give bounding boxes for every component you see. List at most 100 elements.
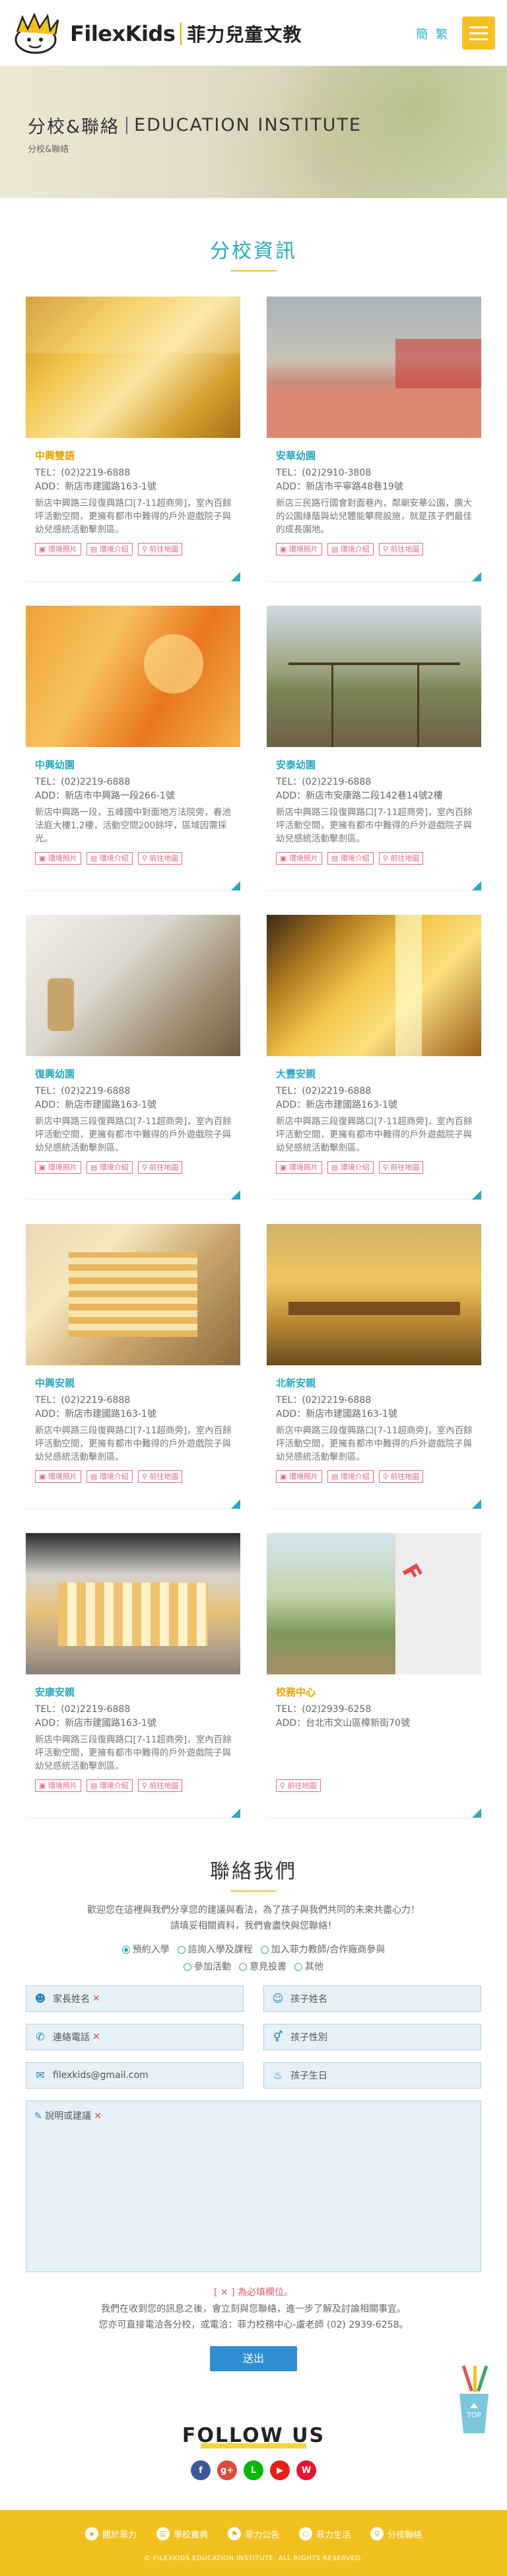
photos-button-label: 環境照片 [288, 854, 318, 863]
footer-link-label: 菲力生活 [316, 2530, 351, 2540]
footer-link[interactable]: ⚑ 菲力公告 [227, 2527, 279, 2540]
photos-button[interactable]: ▣ 環境照片 [276, 1161, 322, 1174]
photos-button[interactable]: ▣ 環境照片 [276, 543, 322, 555]
inquiry-radio[interactable]: 其他 [294, 1959, 323, 1975]
school-photo[interactable] [267, 915, 481, 1056]
child-gender-field[interactable]: ⚥ 孩子性別 [263, 2024, 481, 2050]
school-name[interactable]: 中興雙語 [35, 448, 232, 462]
inquiry-type-radios: 預約入學 諮詢入學及課程 加入菲力教師/合作廠商參與 參加活動 意見投書 其他 [0, 1942, 507, 1976]
school-name[interactable]: 安康安親 [35, 1685, 232, 1699]
back-to-top-button[interactable]: TOP [453, 2365, 495, 2437]
youtube-icon[interactable]: ▶ [270, 2460, 290, 2480]
submit-button[interactable]: 送出 [210, 2346, 297, 2371]
pencil-cup-icon: TOP [459, 2365, 489, 2433]
intro-button[interactable]: ▤ 環境介紹 [327, 543, 374, 555]
school-name[interactable]: 大豐安親 [276, 1067, 473, 1081]
school-name[interactable]: 復興幼園 [35, 1067, 232, 1081]
logo-chinese-name: 菲力兒童文教 [187, 24, 302, 46]
school-address: ADD：新店市建國路163-1號 [35, 1100, 156, 1110]
intro-button[interactable]: ▤ 環境介紹 [86, 852, 133, 865]
language-switch: 簡 繁 [416, 25, 448, 42]
site-logo[interactable]: FilexKids 菲力兒童文教 [9, 13, 302, 54]
school-card: 中興幼園 TEL：(02)2219-6888 ADD：新店市中興路一段266-1號新… [26, 606, 240, 891]
school-photo[interactable] [26, 606, 240, 747]
school-name[interactable]: 北新安親 [276, 1376, 473, 1390]
image-icon: ▣ [39, 1472, 46, 1481]
line-icon[interactable]: L [244, 2460, 263, 2480]
footer-link[interactable]: ☖ 菲力生活 [299, 2527, 351, 2540]
intro-button[interactable]: ▤ 環境介紹 [86, 543, 133, 555]
email-field[interactable]: ✉ filexkids@gmail.com [26, 2062, 244, 2089]
intro-button[interactable]: ▤ 環境介紹 [86, 1470, 133, 1483]
map-button[interactable]: ⚲ 前往地圖 [137, 852, 183, 865]
photos-button[interactable]: ▣ 環境照片 [35, 852, 81, 865]
school-photo[interactable] [267, 606, 481, 747]
footer-link-label: 學校寶典 [173, 2530, 208, 2540]
hamburger-menu-button[interactable] [462, 17, 495, 50]
intro-button[interactable]: ▤ 環境介紹 [86, 1779, 133, 1792]
google-plus-icon[interactable]: g+ [217, 2460, 237, 2480]
photos-button[interactable]: ▣ 環境照片 [276, 852, 322, 865]
facebook-icon[interactable]: f [191, 2460, 211, 2480]
footer-link[interactable]: ☰ 學校寶典 [156, 2527, 208, 2540]
page-title-en: EDUCATION INSTITUTE [134, 115, 362, 135]
message-textarea[interactable]: ✎ 說明或建議 ✕ [26, 2100, 481, 2272]
footer-link-icon: ☖ [299, 2527, 312, 2540]
school-name[interactable]: 安泰幼園 [276, 758, 473, 771]
school-photo[interactable] [26, 1533, 240, 1674]
inquiry-radio[interactable]: 諮詢入學及課程 [177, 1942, 253, 1958]
radio-circle-icon [239, 1963, 247, 1971]
inquiry-radio[interactable]: 參加活動 [184, 1959, 231, 1975]
intro-button[interactable]: ▤ 環境介紹 [327, 852, 374, 865]
map-button[interactable]: ⚲ 前往地圖 [378, 1470, 424, 1483]
intro-button-label: 環境介紹 [340, 854, 370, 863]
title-divider [126, 116, 128, 134]
intro-button[interactable]: ▤ 環境介紹 [327, 1470, 374, 1483]
intro-button[interactable]: ▤ 環境介紹 [327, 1161, 374, 1174]
school-photo[interactable] [26, 1224, 240, 1365]
inquiry-radio[interactable]: 意見投書 [239, 1959, 287, 1975]
photos-button[interactable]: ▣ 環境照片 [35, 1779, 81, 1792]
footer-link[interactable]: ★ 關於菲力 [84, 2527, 137, 2540]
map-button[interactable]: ⚲ 前往地圖 [137, 1779, 183, 1792]
school-photo[interactable] [267, 297, 481, 438]
footer-link[interactable]: ⚲ 分校聯絡 [370, 2527, 422, 2540]
school-photo[interactable] [26, 297, 240, 438]
breadcrumb[interactable]: 分校&聯絡 [28, 142, 69, 155]
map-button[interactable]: ⚲ 前往地圖 [378, 852, 424, 865]
photos-button[interactable]: ▣ 環境照片 [35, 1161, 81, 1174]
school-description: 新店中興路三段復興路口[7-11超商旁]，室內百餘坪活動空間，更擁有都市中難得的… [276, 807, 473, 844]
school-name[interactable]: 安華幼園 [276, 448, 473, 462]
map-button[interactable]: ⚲ 前往地圖 [137, 1470, 183, 1483]
weibo-icon[interactable]: W [296, 2460, 316, 2480]
school-name[interactable]: 中興幼園 [35, 758, 232, 771]
info-icon: ▤ [90, 1781, 98, 1790]
image-icon: ▣ [280, 1163, 287, 1172]
photos-button[interactable]: ▣ 環境照片 [276, 1470, 322, 1483]
map-button[interactable]: ⚲ 前往地圖 [378, 543, 424, 555]
map-button[interactable]: ⚲ 前往地圖 [378, 1161, 424, 1174]
child-icon: ☺ [272, 1992, 284, 2005]
intro-button[interactable]: ▤ 環境介紹 [86, 1161, 133, 1174]
school-name[interactable]: 中興安親 [35, 1376, 232, 1390]
child-birthday-field[interactable]: ♨ 孩子生日 [263, 2062, 481, 2089]
lang-traditional-link[interactable]: 繁 [436, 25, 448, 42]
school-name[interactable]: 校務中心 [276, 1685, 473, 1699]
lang-simplified-link[interactable]: 簡 [416, 25, 428, 42]
child-name-field[interactable]: ☺ 孩子姓名 [263, 1986, 481, 2012]
map-button[interactable]: ⚲ 前往地圖 [276, 1779, 321, 1792]
message-placeholder: 說明或建議 [45, 2111, 92, 2122]
school-photo[interactable] [26, 915, 240, 1056]
page-title-cn: 分校&聯絡 [28, 117, 120, 137]
school-address: ADD：台北市文山區樟新街70號 [276, 1718, 410, 1729]
map-button[interactable]: ⚲ 前往地圖 [137, 543, 183, 555]
inquiry-radio[interactable]: 預約入學 [121, 1942, 170, 1958]
parent-name-field[interactable]: ☻ 家長姓名 ✕ [26, 1986, 244, 2012]
photos-button[interactable]: ▣ 環境照片 [35, 1470, 81, 1483]
map-button[interactable]: ⚲ 前往地圖 [137, 1161, 183, 1174]
school-photo[interactable] [267, 1224, 481, 1365]
school-photo[interactable]: F [267, 1533, 481, 1674]
inquiry-radio[interactable]: 加入菲力教師/合作廠商參與 [260, 1942, 385, 1958]
phone-field[interactable]: ✆ 連絡電話 ✕ [26, 2024, 244, 2050]
photos-button[interactable]: ▣ 環境照片 [35, 543, 81, 555]
